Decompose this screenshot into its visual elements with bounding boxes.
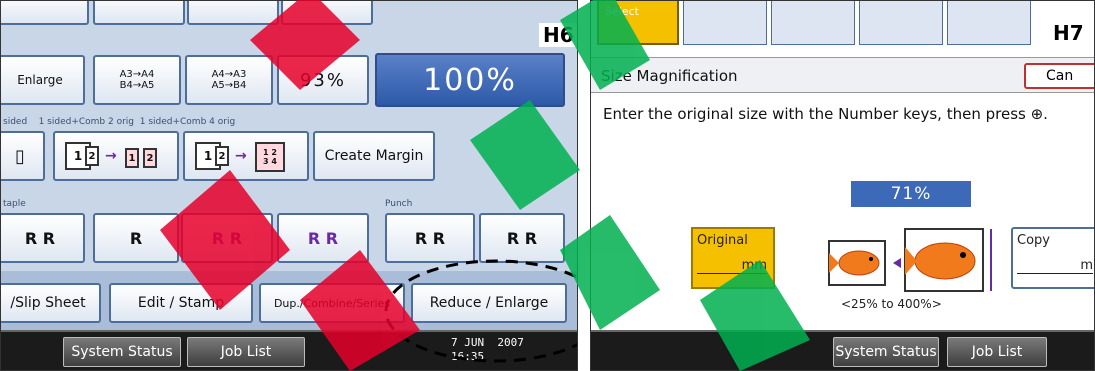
tab-slip-sheet[interactable]: /Slip Sheet xyxy=(1,283,101,323)
tab-3[interactable] xyxy=(859,1,943,45)
top-row-button-4[interactable] xyxy=(281,1,373,25)
staple-icon-3: R R xyxy=(211,228,243,248)
punch-option-1[interactable]: R R xyxy=(385,213,475,263)
doc-2c-icon: 2 xyxy=(215,146,229,166)
arrow-icon-2: → xyxy=(235,148,247,164)
enlarge-button[interactable]: Enlarge xyxy=(1,55,85,105)
title-bar: Size Magnification Can xyxy=(591,57,1094,93)
instruction-text: Enter the original size with the Number … xyxy=(603,105,1048,123)
a4-a3-button[interactable]: A4→A3 A5→B4 xyxy=(185,55,273,105)
tab-edit-stamp[interactable]: Edit / Stamp xyxy=(109,283,253,323)
page-title: Size Magnification xyxy=(601,67,738,85)
punch-icon-2: R R xyxy=(506,228,538,248)
a3-a4-button[interactable]: A3→A4 B4→A5 xyxy=(93,55,181,105)
right-system-status-button[interactable]: System Status xyxy=(833,337,939,367)
tab-2[interactable] xyxy=(771,1,855,45)
staple-option-3[interactable]: R R xyxy=(181,213,273,263)
tab-dup-combine-series[interactable]: Dup./Combine/Series xyxy=(259,283,405,323)
tab-dup-combine-series-label: Dup./Combine/Series xyxy=(273,296,391,310)
tab-4[interactable] xyxy=(947,1,1031,45)
tab-slip-sheet-label: /Slip Sheet xyxy=(10,295,86,311)
combine-2-orig-button[interactable]: 1 2 → 1 2 xyxy=(53,131,179,181)
combine-4-orig-icon: 1 2 → 1 2 3 4 xyxy=(191,138,301,174)
original-unit: mm xyxy=(697,258,767,274)
staple-icon-4: R R xyxy=(307,228,339,248)
left-panel-h6: H6 Enlarge A3→A4 B4→A5 A4→A3 A5→B4 93% 1… xyxy=(0,0,578,371)
doc-4up-icon: 1 2 3 4 xyxy=(255,142,285,172)
cancel-label: Can xyxy=(1046,68,1074,84)
cancel-button[interactable]: Can xyxy=(1024,63,1094,89)
right-system-status-label: System Status xyxy=(835,344,937,360)
original-size-field[interactable]: Original mm xyxy=(691,227,775,289)
doc-1b-icon: 1 xyxy=(125,148,139,168)
a4-a3-label: A4→A3 A5→B4 xyxy=(211,69,247,91)
screen-tag-h7: H7 xyxy=(1049,21,1088,45)
percent-value: 71% xyxy=(890,184,932,204)
copy-size-field[interactable]: Copy m xyxy=(1011,227,1094,289)
screenshot-root: H6 Enlarge A3→A4 B4→A5 A4→A3 A5→B4 93% 1… xyxy=(0,0,1095,371)
duplex-icon: ▯ xyxy=(15,145,25,167)
staple-section-label: taple xyxy=(3,199,26,209)
tab-reduce-enlarge-label: Reduce / Enlarge xyxy=(429,295,549,311)
ratio-93-label: 93% xyxy=(299,69,346,91)
tab-edit-stamp-label: Edit / Stamp xyxy=(137,295,225,311)
select-tab-label: Select xyxy=(605,5,639,18)
screen-tag-h6: H6 xyxy=(539,23,577,47)
date-label: 7 JUN 2007 xyxy=(451,336,524,349)
ratio-93-button[interactable]: 93% xyxy=(277,55,369,105)
right-panel-h7: Select H7 Size Magnification Can Enter t… xyxy=(590,0,1095,371)
top-row-button-2[interactable] xyxy=(93,1,185,25)
doc-2b-icon: 2 xyxy=(143,148,157,168)
a3-a4-label: A3→A4 B4→A5 xyxy=(119,69,155,91)
enlarge-label: Enlarge xyxy=(17,73,63,87)
right-job-list-button[interactable]: Job List xyxy=(947,337,1047,367)
tab-reduce-enlarge[interactable]: Reduce / Enlarge xyxy=(411,283,567,323)
combine-2-orig-icon: 1 2 → 1 2 xyxy=(61,138,171,174)
punch-icon: R R xyxy=(414,228,446,248)
punch-option-2[interactable]: R R xyxy=(479,213,565,263)
right-job-list-label: Job List xyxy=(971,344,1023,360)
top-row-button-1[interactable] xyxy=(1,1,89,25)
staple-option-2[interactable]: R xyxy=(93,213,179,263)
arrow-icon: → xyxy=(105,148,117,164)
staple-option-1[interactable]: R R xyxy=(1,213,85,263)
system-status-label: System Status xyxy=(71,344,173,360)
punch-section-label: Punch xyxy=(385,199,413,209)
staple-icon-2: R xyxy=(129,228,143,248)
right-bottom-bar: System Status Job List xyxy=(591,330,1094,370)
doc-2-icon: 2 xyxy=(85,146,99,166)
range-text: <25% to 400%> xyxy=(841,297,942,311)
job-list-button[interactable]: Job List xyxy=(187,337,305,367)
ratio-100-button[interactable]: 100% xyxy=(375,53,565,107)
combine-4-orig-button[interactable]: 1 2 → 1 2 3 4 xyxy=(183,131,309,181)
combine-option-1[interactable]: ▯ xyxy=(1,131,45,181)
tab-1[interactable] xyxy=(683,1,767,45)
staple-icon: R R xyxy=(24,228,56,248)
select-tab[interactable]: Select xyxy=(597,1,679,45)
left-bottom-bar: System Status Job List 7 JUN 2007 16:35 xyxy=(1,330,577,370)
top-row-button-3[interactable] xyxy=(187,1,279,25)
original-label: Original xyxy=(697,233,748,248)
time-label: 16:35 xyxy=(451,350,485,363)
percent-display: 71% xyxy=(851,181,971,207)
job-list-label: Job List xyxy=(220,344,272,360)
create-margin-button[interactable]: Create Margin xyxy=(313,131,435,181)
copy-unit: m xyxy=(1017,258,1093,274)
copy-label: Copy xyxy=(1017,233,1050,248)
system-status-button[interactable]: System Status xyxy=(63,337,181,367)
staple-option-4[interactable]: R R xyxy=(277,213,369,263)
create-margin-label: Create Margin xyxy=(324,148,424,164)
ratio-100-label: 100% xyxy=(423,62,517,98)
magnification-fish-icon xyxy=(828,228,992,292)
combine-section-label: sided 1 sided+Comb 2 orig 1 sided+Comb 4… xyxy=(3,117,236,127)
